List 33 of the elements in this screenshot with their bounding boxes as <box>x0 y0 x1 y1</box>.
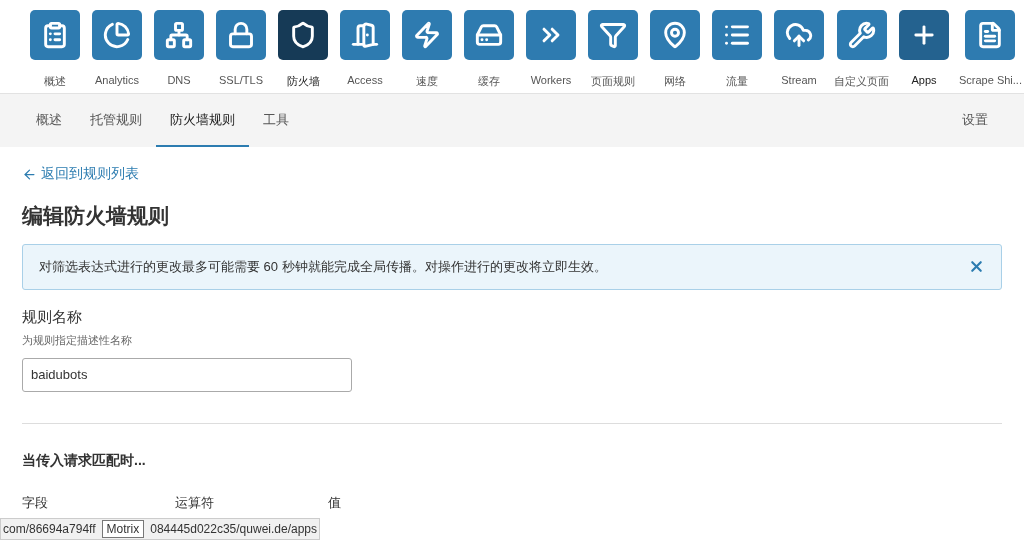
field-label: 规则名称 <box>22 307 83 327</box>
filter-icon <box>599 21 627 49</box>
page-title: 编辑防火墙规则 <box>22 202 170 229</box>
sub-tab[interactable]: 防火墙规则 <box>156 94 249 147</box>
section-title: 当传入请求匹配时... <box>22 451 147 470</box>
notice-text: 对筛选表达式进行的更改最多可能需要 60 秒钟就能完成全局传播。对操作进行的更改将立即生效。 <box>39 257 607 276</box>
server-icon <box>475 21 503 49</box>
rule-name-input[interactable]: baidubots <box>22 357 352 392</box>
sub-tab[interactable]: 托管规则 <box>76 94 156 147</box>
network-icon <box>165 21 193 49</box>
field-hint: 为规则指定描述性名称 <box>22 332 133 348</box>
shield-icon <box>289 21 317 49</box>
clipboard-icon <box>41 21 69 49</box>
map-pin-icon <box>661 21 689 49</box>
cloud-icon <box>785 21 813 49</box>
tooltip: Motrix <box>101 520 145 538</box>
wrench-icon <box>847 21 876 49</box>
column-label: 字段 <box>22 493 49 512</box>
url-text: com/86694a794ff <box>3 522 96 536</box>
back-link[interactable]: 返回到规则列表 <box>22 165 139 183</box>
column-label: 值 <box>328 493 342 512</box>
sub-tab[interactable]: 工具 <box>249 94 303 147</box>
pie-chart-icon <box>103 21 131 49</box>
door-icon <box>351 21 379 49</box>
column-label: 运算符 <box>175 493 215 512</box>
close-icon[interactable] <box>968 258 985 275</box>
sub-tab[interactable]: 概述 <box>22 94 76 147</box>
url-text: 084445d022c35/quwei.de/apps <box>150 522 317 536</box>
arrow-left-icon <box>22 166 37 182</box>
lock-icon <box>227 21 255 49</box>
settings-tab[interactable]: 设置 <box>948 94 1002 147</box>
app-nav-item[interactable]: Scrape Shi... <box>959 10 1022 93</box>
lightning-icon <box>413 21 441 49</box>
